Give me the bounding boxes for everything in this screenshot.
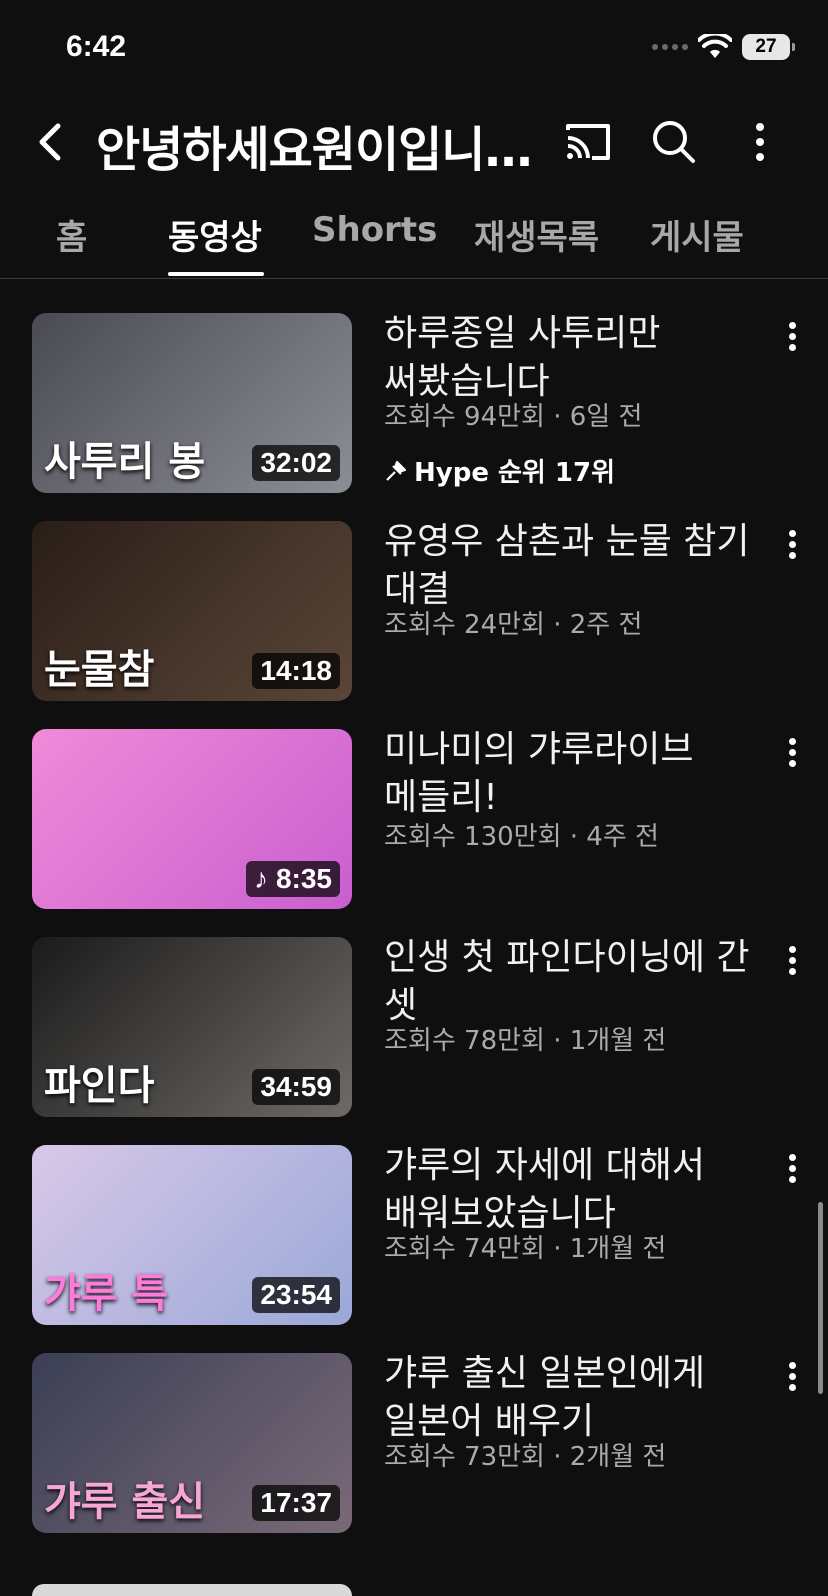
cast-icon: [566, 124, 610, 160]
hype-label: Hype 순위 17위: [414, 458, 615, 488]
thumbnail-caption: 사투리 봉: [44, 439, 206, 485]
duration-badge: 14:18: [252, 653, 340, 689]
video-more-button[interactable]: [780, 318, 804, 358]
video-thumbnail[interactable]: ♪ 8:35: [32, 729, 352, 909]
video-meta: 조회수 73만회 · 2개월 전: [384, 1442, 667, 1472]
video-title[interactable]: 인생 첫 파인다이닝에 간 셋: [384, 934, 764, 1030]
video-item[interactable]: 사투리 봉 32:02 하루종일 사투리만 써봤습니다 조회수 94만회 · 6…: [0, 300, 828, 493]
video-thumbnail[interactable]: 사투리 봉 32:02: [32, 313, 352, 493]
cellular-signal-icon: [652, 44, 688, 50]
tab-shorts[interactable]: Shorts: [312, 210, 437, 250]
duration-badge: 17:37: [252, 1485, 340, 1521]
hype-icon: [386, 460, 407, 481]
scrollbar[interactable]: [818, 1202, 823, 1394]
duration-badge: 32:02: [252, 445, 340, 481]
video-title[interactable]: 미나미의 갸루라이브 메들리!: [384, 726, 764, 822]
video-more-button[interactable]: [780, 526, 804, 566]
cast-button[interactable]: [562, 116, 614, 168]
duration-badge: 34:59: [252, 1069, 340, 1105]
tab-playlists[interactable]: 재생목록: [474, 210, 599, 259]
video-item[interactable]: 갸루 특 23:54 갸루의 자세에 대해서 배워보았습니다 조회수 74만회 …: [0, 1132, 828, 1325]
video-item[interactable]: 파인다 34:59 인생 첫 파인다이닝에 간 셋 조회수 78만회 · 1개월…: [0, 924, 828, 1117]
video-title[interactable]: 갸루의 자세에 대해서 배워보았습니다: [384, 1142, 764, 1238]
video-item[interactable]: 눈물참 14:18 유영우 삼촌과 눈물 참기 대결 조회수 24만회 · 2주…: [0, 508, 828, 701]
video-more-button[interactable]: [780, 1150, 804, 1190]
video-thumbnail-partial[interactable]: [32, 1584, 352, 1596]
channel-title: 안녕하세요원이입니…: [96, 122, 532, 178]
video-title[interactable]: 하루종일 사투리만 써봤습니다: [384, 310, 764, 406]
duration-badge: ♪ 8:35: [246, 861, 340, 897]
thumbnail-caption: 파인다: [44, 1063, 155, 1109]
more-vert-icon: [756, 123, 764, 161]
status-time: 6:42: [66, 30, 127, 63]
status-bar: 6:42 27: [0, 0, 828, 96]
video-meta: 조회수 130만회 · 4주 전: [384, 822, 659, 852]
video-title[interactable]: 갸루 출신 일본인에게 일본어 배우기: [384, 1350, 764, 1446]
video-thumbnail[interactable]: 눈물참 14:18: [32, 521, 352, 701]
video-meta: 조회수 74만회 · 1개월 전: [384, 1234, 667, 1264]
thumbnail-caption: 눈물참: [44, 647, 155, 693]
video-thumbnail[interactable]: 갸루 출신 17:37: [32, 1353, 352, 1533]
video-more-button[interactable]: [780, 734, 804, 774]
music-note-icon: ♪: [254, 863, 276, 894]
video-thumbnail[interactable]: 파인다 34:59: [32, 937, 352, 1117]
video-more-button[interactable]: [780, 1358, 804, 1398]
active-tab-indicator: [168, 272, 264, 276]
back-icon: [39, 123, 61, 161]
video-title[interactable]: 유영우 삼촌과 눈물 참기 대결: [384, 518, 764, 614]
battery-icon: 27: [742, 34, 795, 60]
tab-home[interactable]: 홈: [56, 210, 87, 259]
hype-badge[interactable]: Hype 순위 17위: [384, 452, 615, 489]
search-icon: [653, 121, 695, 163]
video-meta: 조회수 78만회 · 1개월 전: [384, 1026, 667, 1056]
channel-tabs: 홈 동영상 Shorts 재생목록 게시물: [0, 196, 828, 279]
more-options-button[interactable]: [734, 116, 786, 168]
video-meta: 조회수 24만회 · 2주 전: [384, 610, 643, 640]
channel-header: 안녕하세요원이입니…: [0, 96, 828, 188]
duration-badge: 23:54: [252, 1277, 340, 1313]
search-button[interactable]: [648, 116, 700, 168]
tab-videos[interactable]: 동영상: [168, 210, 262, 259]
back-button[interactable]: [28, 118, 76, 166]
thumbnail-caption: 갸루 출신: [44, 1479, 206, 1525]
video-item[interactable]: ♪ 8:35 미나미의 갸루라이브 메들리! 조회수 130만회 · 4주 전: [0, 716, 828, 909]
tab-posts[interactable]: 게시물: [650, 210, 744, 259]
wifi-icon: [698, 34, 732, 58]
video-more-button[interactable]: [780, 942, 804, 982]
video-item[interactable]: 갸루 출신 17:37 갸루 출신 일본인에게 일본어 배우기 조회수 73만회…: [0, 1340, 828, 1533]
video-meta: 조회수 94만회 · 6일 전: [384, 402, 643, 432]
video-thumbnail[interactable]: 갸루 특 23:54: [32, 1145, 352, 1325]
thumbnail-caption: 갸루 특: [44, 1271, 169, 1317]
